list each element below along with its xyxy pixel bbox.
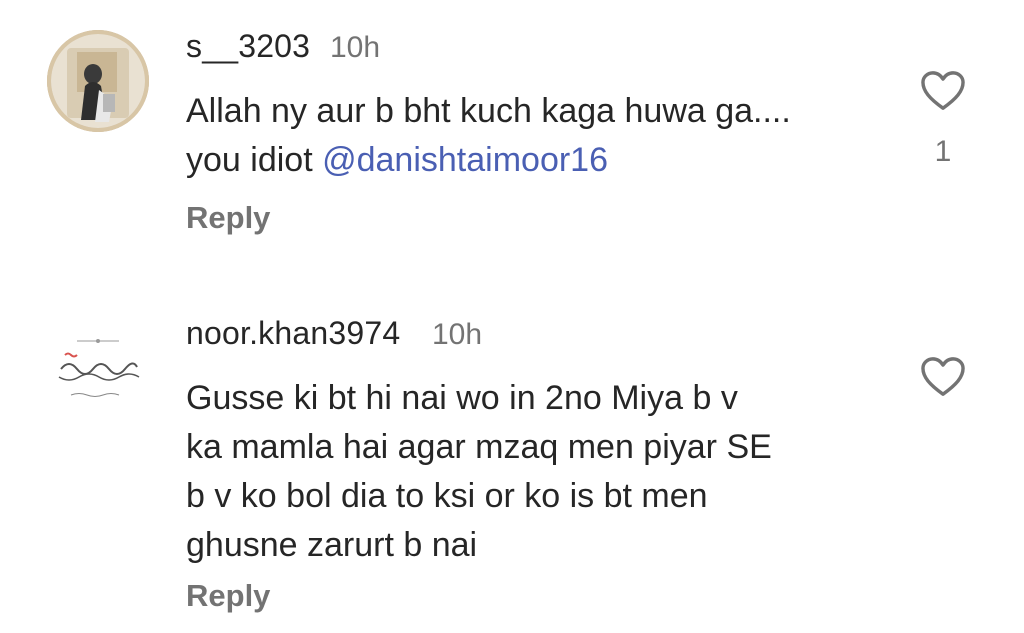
reply-button[interactable]: Reply (186, 200, 270, 236)
calligraphy-avatar-icon (47, 325, 149, 427)
like-count: 1 (934, 135, 952, 168)
comment: noor.khan3974 10h Gusse ki bt hi nai wo … (0, 270, 1024, 633)
reply-button[interactable]: Reply (186, 578, 270, 614)
comment-text: Allah ny aur b bht kuch kaga huwa ga....… (186, 87, 826, 185)
comment-text-line: Gusse ki bt hi nai wo in 2no Miya b v (186, 379, 738, 417)
comment-text-line: ka mamla hai agar mzaq men piyar SE (186, 428, 772, 466)
comment-username[interactable]: s__3203 (186, 28, 310, 65)
comment-timestamp: 10h (330, 31, 381, 64)
avatar[interactable] (47, 30, 149, 132)
comment: s__3203 10h Allah ny aur b bht kuch kaga… (0, 0, 1024, 270)
mention-link[interactable]: @danishtaimoor16 (322, 141, 608, 179)
heart-icon[interactable] (920, 356, 966, 398)
avatar[interactable] (47, 325, 149, 427)
comment-timestamp: 10h (432, 318, 483, 351)
avatar-photo-icon (51, 34, 145, 128)
comment-text: Gusse ki bt hi nai wo in 2no Miya b v ka… (186, 374, 906, 570)
heart-icon[interactable] (920, 70, 966, 112)
comment-text-line: ghusne zarurt b nai (186, 526, 478, 564)
comment-username[interactable]: noor.khan3974 (186, 315, 400, 352)
comments-list: s__3203 10h Allah ny aur b bht kuch kaga… (0, 0, 1024, 633)
comment-text-line: b v ko bol dia to ksi or ko is bt men (186, 477, 708, 515)
